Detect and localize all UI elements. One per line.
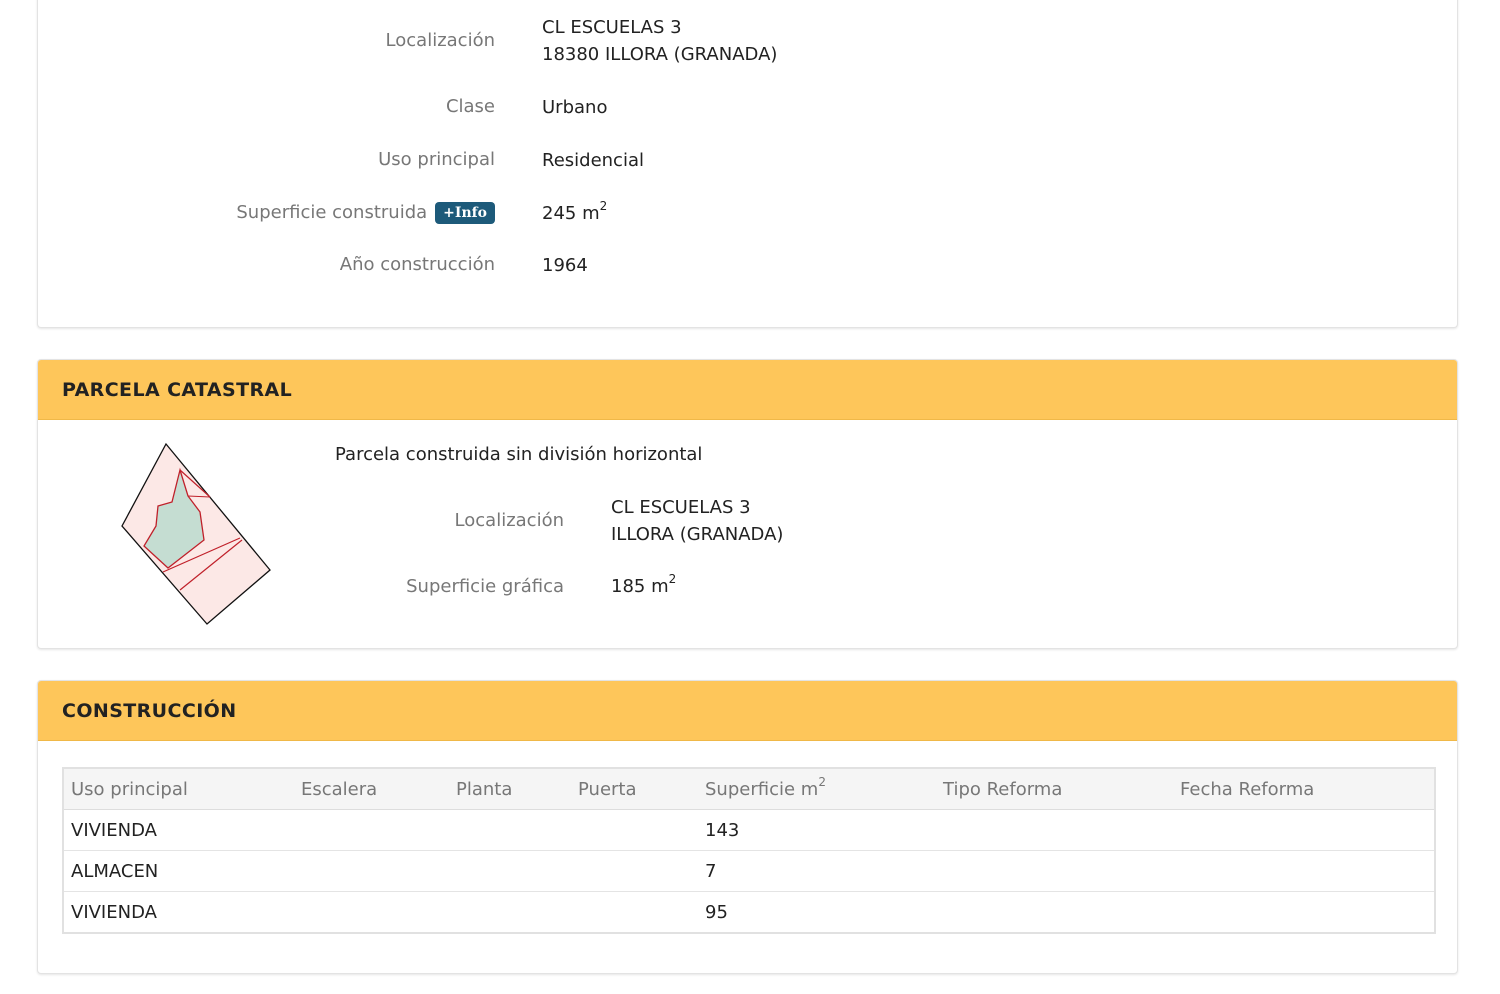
parcela-localizacion-line2: ILLORA (GRANADA) bbox=[611, 524, 784, 545]
cell-escalera bbox=[294, 850, 449, 892]
construccion-table: Uso principal Escalera Planta Puerta Sup… bbox=[62, 767, 1436, 934]
superficie-construida-label: Superficie construida bbox=[236, 202, 428, 223]
col-uso-principal: Uso principal bbox=[63, 768, 294, 810]
datos-inmueble-panel: Localización CL ESCUELAS 3 18380 ILLORA … bbox=[37, 0, 1458, 328]
superficie-grafica-value: 185 m2 bbox=[611, 573, 676, 600]
parcel-map-svg bbox=[121, 442, 271, 625]
cell-tipo-reforma bbox=[936, 891, 1173, 933]
cell-puerta bbox=[571, 809, 698, 851]
col-tipo-reforma: Tipo Reforma bbox=[936, 768, 1173, 810]
cell-superficie: 95 bbox=[698, 891, 936, 933]
cell-planta bbox=[449, 809, 571, 851]
uso-principal-label: Uso principal bbox=[378, 149, 495, 170]
cell-fecha-reforma bbox=[1173, 891, 1435, 933]
superficie-construida-label-group: Superficie construida +Info bbox=[236, 200, 495, 226]
superscript: 2 bbox=[599, 199, 608, 213]
superscript: 2 bbox=[818, 774, 826, 789]
cell-puerta bbox=[571, 850, 698, 892]
cell-escalera bbox=[294, 891, 449, 933]
cell-planta bbox=[449, 850, 571, 892]
localizacion-row: Localización CL ESCUELAS 3 18380 ILLORA … bbox=[38, 14, 1457, 70]
cell-superficie: 7 bbox=[698, 850, 936, 892]
superscript: 2 bbox=[668, 572, 677, 586]
cell-uso: VIVIENDA bbox=[63, 809, 294, 851]
cell-uso: VIVIENDA bbox=[63, 891, 294, 933]
anio-construccion-label: Año construcción bbox=[339, 254, 495, 275]
parcela-localizacion-line1: CL ESCUELAS 3 bbox=[611, 497, 751, 518]
localizacion-label: Localización bbox=[385, 30, 495, 51]
cell-tipo-reforma bbox=[936, 850, 1173, 892]
col-superficie: Superficie m2 bbox=[698, 768, 936, 810]
cell-puerta bbox=[571, 891, 698, 933]
parcela-localizacion-value: CL ESCUELAS 3 ILLORA (GRANADA) bbox=[611, 494, 783, 548]
col-puerta: Puerta bbox=[571, 768, 698, 810]
parcela-description: Parcela construida sin división horizont… bbox=[335, 444, 703, 465]
construccion-heading: CONSTRUCCIÓN bbox=[38, 681, 1457, 741]
clase-value: Urbano bbox=[542, 97, 608, 118]
clase-label: Clase bbox=[445, 96, 495, 117]
parcela-catastral-heading: PARCELA CATASTRAL bbox=[38, 360, 1457, 420]
uso-principal-value: Residencial bbox=[542, 150, 644, 171]
superficie-grafica-number: 185 m bbox=[611, 576, 669, 597]
superficie-construida-number: 245 m bbox=[542, 203, 600, 224]
superficie-grafica-label: Superficie gráfica bbox=[406, 576, 564, 597]
col-fecha-reforma: Fecha Reforma bbox=[1173, 768, 1435, 810]
col-superficie-label: Superficie m bbox=[705, 778, 819, 800]
cell-escalera bbox=[294, 809, 449, 851]
parcela-localizacion-label: Localización bbox=[454, 510, 564, 531]
superficie-construida-row: Superficie construida +Info 245 m2 bbox=[38, 200, 1457, 230]
localizacion-line1: CL ESCUELAS 3 bbox=[542, 17, 682, 38]
localizacion-line2: 18380 ILLORA (GRANADA) bbox=[542, 44, 778, 65]
construccion-panel: CONSTRUCCIÓN Uso principal Escalera Plan… bbox=[37, 680, 1458, 974]
table-header-row: Uso principal Escalera Planta Puerta Sup… bbox=[63, 768, 1435, 810]
superficie-construida-value: 245 m2 bbox=[542, 200, 607, 227]
table-row: VIVIENDA 95 bbox=[63, 891, 1435, 933]
anio-construccion-value: 1964 bbox=[542, 255, 588, 276]
info-button[interactable]: +Info bbox=[435, 202, 495, 224]
cell-superficie: 143 bbox=[698, 809, 936, 851]
anio-construccion-row: Año construcción 1964 bbox=[38, 252, 1457, 282]
cell-uso: ALMACEN bbox=[63, 850, 294, 892]
uso-principal-row: Uso principal Residencial bbox=[38, 147, 1457, 177]
cell-fecha-reforma bbox=[1173, 850, 1435, 892]
col-planta: Planta bbox=[449, 768, 571, 810]
cell-planta bbox=[449, 891, 571, 933]
localizacion-value: CL ESCUELAS 3 18380 ILLORA (GRANADA) bbox=[542, 14, 777, 68]
col-escalera: Escalera bbox=[294, 768, 449, 810]
cell-fecha-reforma bbox=[1173, 809, 1435, 851]
cell-tipo-reforma bbox=[936, 809, 1173, 851]
table-row: ALMACEN 7 bbox=[63, 850, 1435, 892]
parcel-map-thumbnail[interactable] bbox=[118, 440, 278, 630]
clase-row: Clase Urbano bbox=[38, 94, 1457, 124]
parcela-catastral-panel: PARCELA CATASTRAL Parcela construida sin… bbox=[37, 359, 1458, 649]
table-row: VIVIENDA 143 bbox=[63, 809, 1435, 851]
